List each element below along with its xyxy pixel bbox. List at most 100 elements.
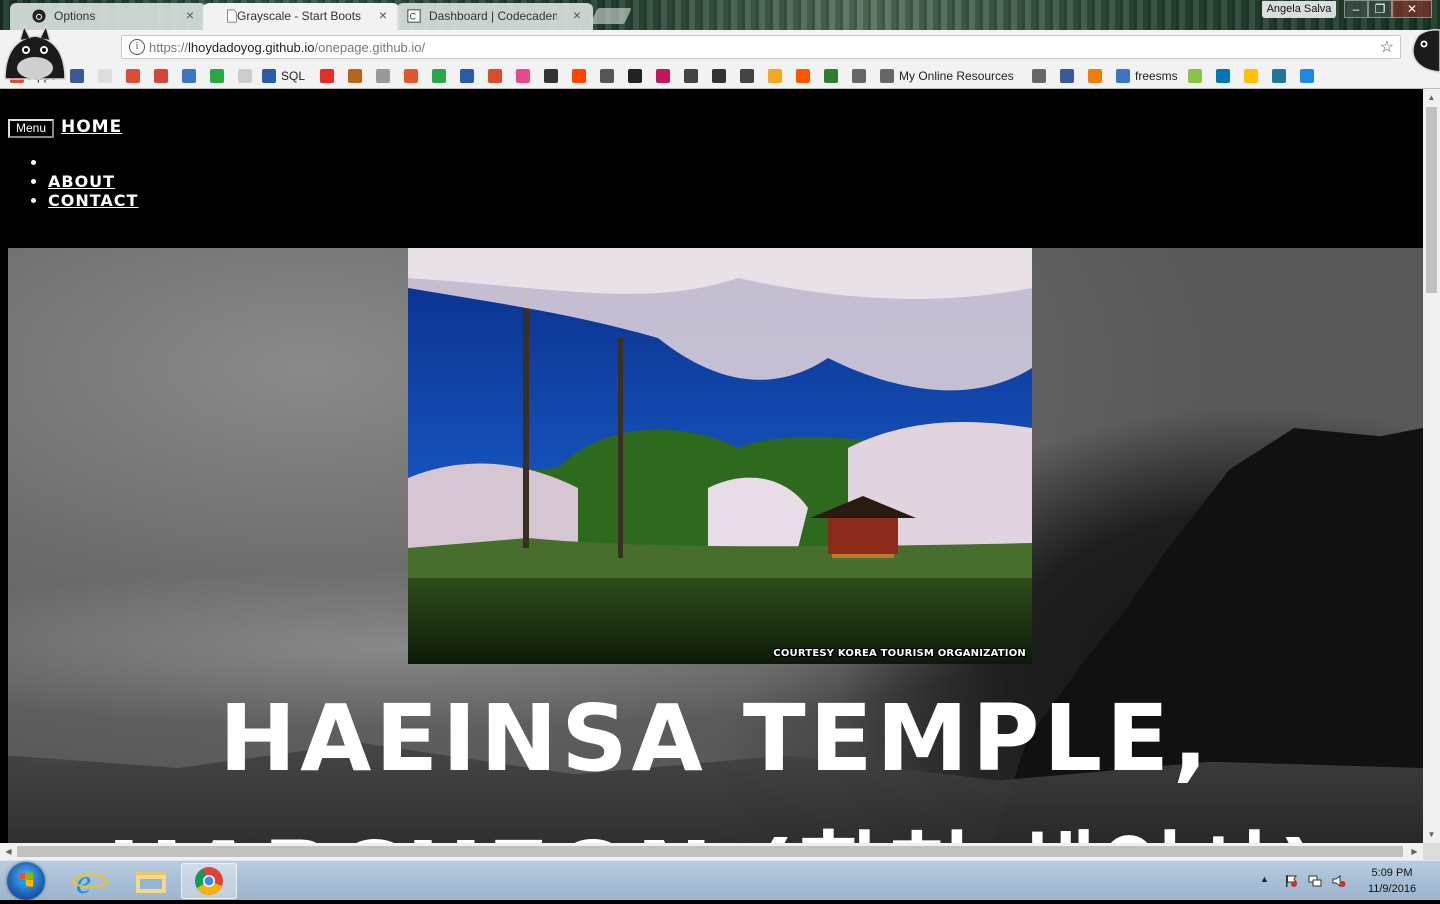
bookmark-item[interactable] xyxy=(740,68,759,84)
horizontal-scroll-thumb[interactable] xyxy=(17,846,1403,857)
bookmark-item[interactable]: freesms xyxy=(1116,68,1178,84)
bookmark-item[interactable] xyxy=(348,68,367,84)
nav-item-empty[interactable] xyxy=(27,153,138,172)
bookmark-item[interactable] xyxy=(460,68,479,84)
taskbar-explorer[interactable] xyxy=(122,863,178,899)
clock-date: 11/9/2016 xyxy=(1367,883,1417,895)
fox-site-icon xyxy=(348,69,362,83)
bookmark-item[interactable] xyxy=(656,68,675,84)
tab-close-icon[interactable]: × xyxy=(379,7,387,23)
nav-item-contact[interactable]: CONTACT xyxy=(27,191,138,210)
bookmark-label: SQL xyxy=(281,69,306,83)
bookmark-item[interactable] xyxy=(628,68,647,84)
bookmark-item[interactable] xyxy=(600,68,619,84)
tray-expand-icon[interactable]: ▲ xyxy=(1260,874,1269,884)
action-center-flag-icon[interactable] xyxy=(1284,874,1298,888)
bookmark-item[interactable] xyxy=(768,68,787,84)
sql-icon xyxy=(262,69,276,83)
bookmark-item[interactable] xyxy=(1188,68,1207,84)
soundcloud-icon xyxy=(796,69,810,83)
hero-headline: HAEINSA TEMPLE,HAPCHEON (합천 해인사) xyxy=(107,685,1321,843)
bookmark-item[interactable] xyxy=(516,68,535,84)
bookmark-item[interactable] xyxy=(572,68,591,84)
bookmark-item[interactable] xyxy=(70,68,89,84)
bookmark-item[interactable] xyxy=(852,68,871,84)
bookmark-star-icon[interactable]: ☆ xyxy=(1380,37,1394,57)
bookmark-item[interactable] xyxy=(488,68,507,84)
bookmark-item[interactable] xyxy=(238,68,257,84)
profile-name[interactable]: Angela Salva xyxy=(1262,1,1336,18)
start-button[interactable] xyxy=(7,862,45,900)
bookmark-item[interactable] xyxy=(1216,68,1235,84)
bookmark-item[interactable] xyxy=(154,68,173,84)
bookmark-item[interactable] xyxy=(712,68,731,84)
scroll-left-icon[interactable]: ◀ xyxy=(0,843,17,860)
tab-close-icon[interactable]: × xyxy=(573,7,581,23)
site-info-icon[interactable]: i xyxy=(129,39,145,55)
reddit-icon xyxy=(572,69,586,83)
scroll-down-icon[interactable]: ▼ xyxy=(1423,826,1440,843)
dark-site-icon xyxy=(544,69,558,83)
close-window-button[interactable]: ✕ xyxy=(1392,0,1432,18)
bookmark-item[interactable] xyxy=(1300,68,1319,84)
wordpress-icon xyxy=(1272,69,1286,83)
system-clock[interactable]: 5:09 PM 11/9/2016 xyxy=(1360,865,1424,897)
taskbar-ie[interactable]: e xyxy=(62,863,118,901)
orange-site-icon xyxy=(1088,69,1102,83)
clock-time: 5:09 PM xyxy=(1371,867,1413,879)
bookmark-item[interactable] xyxy=(824,68,843,84)
folder-icon xyxy=(136,871,166,893)
taskbar-chrome[interactable] xyxy=(181,863,237,899)
bookmark-site-icon xyxy=(182,69,196,83)
minimize-button[interactable]: – xyxy=(1344,0,1368,18)
volume-muted-icon[interactable] xyxy=(1332,874,1346,888)
bookmark-item[interactable] xyxy=(404,68,423,84)
colorful-site-icon xyxy=(404,69,418,83)
phone2-site-icon xyxy=(1032,69,1046,83)
scroll-up-icon[interactable]: ▲ xyxy=(1423,89,1440,106)
temple-photo-image xyxy=(408,248,1032,664)
tab-codecademy[interactable]: C Dashboard | Codecademy × xyxy=(397,3,593,30)
bookmark-item[interactable]: My Online Resources xyxy=(880,68,1014,84)
google-icon xyxy=(98,69,112,83)
chrome-icon xyxy=(195,867,223,895)
scroll-right-icon[interactable]: ▶ xyxy=(1406,843,1423,860)
restore-button[interactable]: ❐ xyxy=(1368,0,1392,18)
bookmark-item[interactable] xyxy=(432,68,451,84)
nav-item-about[interactable]: ABOUT xyxy=(27,172,138,191)
bookmark-item[interactable] xyxy=(1032,68,1051,84)
bookmark-item[interactable] xyxy=(210,68,229,84)
w-blue-site-icon xyxy=(1300,69,1314,83)
tab-close-icon[interactable]: × xyxy=(186,7,194,23)
w-site-icon xyxy=(768,69,782,83)
bookmark-item[interactable]: SQL xyxy=(262,68,305,84)
bookmark-item[interactable] xyxy=(126,68,145,84)
horizontal-scrollbar[interactable]: ◀ ▶ xyxy=(0,843,1423,860)
bookmark-item[interactable] xyxy=(1244,68,1263,84)
page-viewport: Menu HOME ABOUT CONTACT COURTESY KOREA T… xyxy=(0,89,1423,843)
svg-text:e: e xyxy=(76,864,91,899)
address-url[interactable]: https://lhoydadoyog.github.io/onepage.gi… xyxy=(149,40,425,55)
tab-grayscale[interactable]: Grayscale - Start Bootstrap × xyxy=(203,3,399,30)
address-bar[interactable]: i https://lhoydadoyog.github.io/onepage.… xyxy=(121,35,1401,59)
bookmark-item[interactable] xyxy=(1272,68,1291,84)
bookmark-item[interactable] xyxy=(796,68,815,84)
menu-toggle-button[interactable]: Menu xyxy=(8,119,54,138)
phone-site-icon xyxy=(852,69,866,83)
gmail-icon xyxy=(154,69,168,83)
bookmark-item[interactable] xyxy=(1088,68,1107,84)
bookmark-item[interactable] xyxy=(182,68,201,84)
bookmark-item[interactable] xyxy=(376,68,395,84)
circle-site-icon xyxy=(740,69,754,83)
vertical-scrollbar[interactable]: ▲ ▼ xyxy=(1423,89,1440,843)
android-icon xyxy=(1188,69,1202,83)
bookmark-item[interactable] xyxy=(320,68,339,84)
vertical-scroll-thumb[interactable] xyxy=(1426,107,1437,293)
bookmark-label: My Online Resources xyxy=(899,69,1014,83)
bookmark-item[interactable] xyxy=(98,68,117,84)
network-icon[interactable] xyxy=(1308,874,1322,888)
bookmark-item[interactable] xyxy=(1060,68,1079,84)
bookmark-item[interactable] xyxy=(544,68,563,84)
brand-link[interactable]: HOME xyxy=(61,117,122,137)
bookmark-item[interactable] xyxy=(684,68,703,84)
